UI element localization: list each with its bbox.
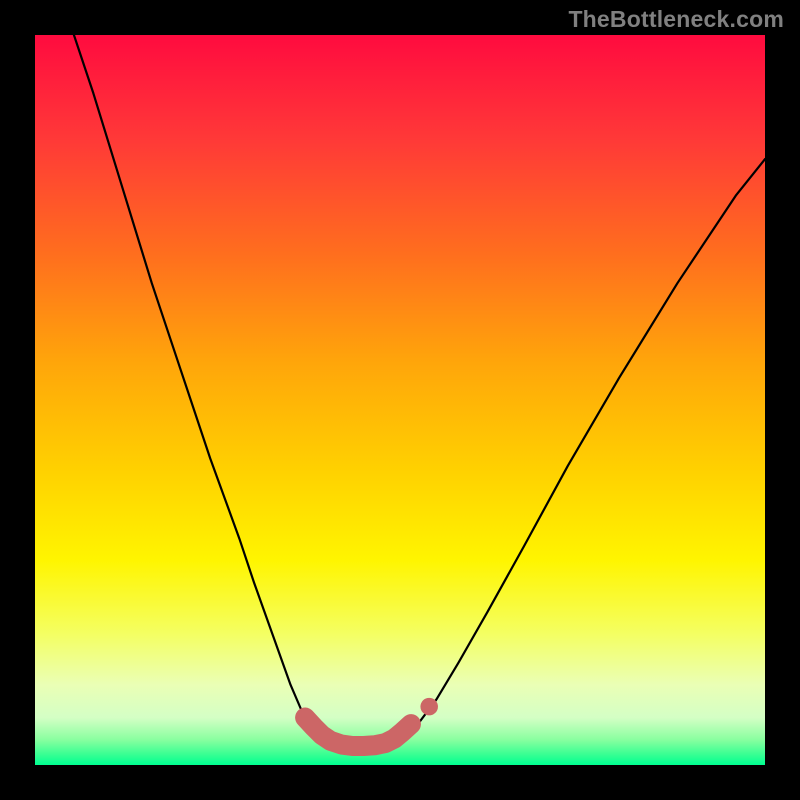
watermark-text: TheBottleneck.com — [568, 6, 784, 33]
plot-area — [35, 35, 765, 765]
curve-layer — [35, 35, 765, 765]
chart-frame: TheBottleneck.com — [0, 0, 800, 800]
valley-dot — [420, 698, 438, 716]
valley-highlight — [305, 718, 411, 746]
bottleneck-curve — [72, 35, 766, 747]
